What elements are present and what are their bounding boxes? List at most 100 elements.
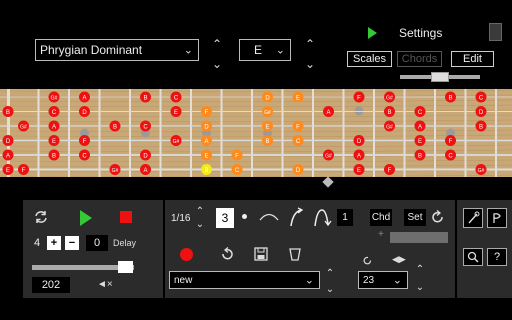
bar-select[interactable]: 23 ⌄ (358, 271, 408, 289)
set-button[interactable]: Set (404, 209, 426, 226)
scale-down-icon[interactable]: ⌄ (210, 58, 224, 70)
preset-select[interactable]: new ⌄ (169, 271, 320, 289)
bar-up-icon[interactable]: ⌃ (413, 264, 427, 276)
add-icon[interactable]: + (378, 229, 384, 240)
tempo-field[interactable]: 202 (32, 277, 70, 293)
chevron-down-icon: ⌄ (392, 274, 402, 287)
note-label: D (143, 153, 148, 159)
delete-icon[interactable] (287, 246, 303, 262)
stop-icon[interactable] (120, 211, 132, 223)
note-label: C (448, 153, 453, 159)
scale-select[interactable]: Phrygian Dominant ⌄ (35, 39, 199, 61)
loop-minus-button[interactable]: − (65, 236, 79, 250)
help-icon[interactable]: ? (487, 248, 507, 266)
loop-plus-button[interactable]: + (47, 236, 61, 250)
bar-select-value: 23 (363, 274, 375, 286)
loop-icon[interactable] (33, 209, 49, 225)
note-label: D (82, 110, 87, 116)
note-label: G# (173, 139, 180, 145)
tab-edit[interactable]: Edit (451, 51, 494, 67)
fret-wire (312, 89, 314, 177)
range-bar[interactable] (390, 232, 448, 243)
length-down-icon[interactable]: ⌄ (193, 219, 207, 231)
reload-icon[interactable] (362, 255, 373, 266)
note-label: D (204, 124, 209, 130)
fret-wire (403, 89, 406, 177)
note-label: E (265, 124, 269, 130)
note-label: C (143, 124, 148, 130)
note-label: F (449, 139, 453, 145)
fret-wire (7, 89, 10, 177)
bend-release-icon[interactable] (312, 206, 334, 228)
tab-chords[interactable]: Chords (397, 51, 442, 67)
guitar-icon[interactable] (487, 208, 507, 228)
note-label: C (82, 153, 87, 159)
tuner-icon[interactable] (463, 208, 483, 228)
key-select[interactable]: E ⌄ (239, 39, 291, 61)
note-label: F (205, 110, 209, 116)
tab-scales[interactable]: Scales (347, 51, 392, 67)
fret-wire (220, 89, 223, 177)
bar-down-icon[interactable]: ⌄ (413, 282, 427, 294)
delay-field[interactable]: 0 (86, 235, 108, 251)
note-label: D (479, 110, 484, 116)
volume-slider-handle[interactable] (118, 261, 133, 273)
note-label: B (418, 153, 422, 159)
bend-up-icon[interactable] (287, 206, 307, 228)
fret-wire (464, 89, 467, 177)
redo-icon[interactable] (219, 246, 235, 262)
play-icon[interactable] (80, 210, 92, 226)
expand-icon[interactable]: ◀▶ (392, 254, 406, 265)
key-up-icon[interactable]: ⌃ (303, 38, 317, 50)
settings-label[interactable]: Settings (399, 26, 442, 40)
note-label: G# (112, 168, 119, 174)
fretboard[interactable]: G# A B C D E F G# B C B C D E F G# A B C D G# A B C D E F G# A B D E F G#… (0, 89, 512, 177)
note-label: C (52, 110, 57, 116)
length-up-icon[interactable]: ⌃ (193, 206, 207, 218)
note-length-label: 1/16 (171, 213, 191, 224)
note-label: G# (51, 95, 58, 101)
scale-select-value: Phrygian Dominant (40, 43, 143, 57)
note-label: F (296, 124, 300, 130)
preset-up-icon[interactable]: ⌃ (323, 268, 337, 280)
note-label: B (113, 124, 117, 130)
position-marker-icon[interactable] (322, 176, 334, 188)
note-label: A (82, 95, 86, 101)
note-label: A (357, 153, 361, 159)
note-label: G# (20, 124, 27, 130)
loop-count: 4 (34, 237, 41, 249)
scale-up-icon[interactable]: ⌃ (210, 38, 224, 50)
tuplet-field[interactable]: 3 (216, 208, 234, 228)
fret-wire (373, 89, 375, 177)
chd-button[interactable]: Chd (370, 209, 392, 226)
note-label: B (204, 168, 208, 174)
count-field[interactable]: 1 (337, 209, 353, 226)
zoom-slider-handle[interactable] (431, 72, 449, 82)
tie-icon[interactable] (258, 209, 280, 223)
note-label: B (6, 110, 10, 116)
key-down-icon[interactable]: ⌄ (303, 58, 317, 70)
search-icon[interactable] (463, 248, 483, 266)
fret-wire (495, 89, 497, 177)
note-label: A (204, 139, 208, 145)
note-label: A (6, 153, 10, 159)
play-preview-icon[interactable] (368, 27, 377, 39)
note-label: B (143, 95, 147, 101)
speaker-muted-icon[interactable]: ◄× (97, 279, 113, 290)
preset-down-icon[interactable]: ⌄ (323, 284, 337, 296)
note-label: A (52, 124, 56, 130)
settings-menu-icon[interactable] (489, 23, 502, 41)
note-label: E (418, 139, 422, 145)
undo-icon[interactable] (430, 209, 446, 225)
fret-wire (434, 89, 436, 177)
record-icon[interactable] (180, 248, 193, 261)
note-label: D (265, 95, 270, 101)
dot-icon[interactable] (242, 214, 247, 219)
note-label: F (357, 95, 361, 101)
save-icon[interactable] (253, 246, 269, 262)
chevron-down-icon: ⌄ (183, 44, 193, 57)
note-label: E (174, 110, 178, 116)
note-label: F (388, 168, 392, 174)
note-label: G# (478, 168, 485, 174)
note-label: G# (386, 124, 393, 130)
